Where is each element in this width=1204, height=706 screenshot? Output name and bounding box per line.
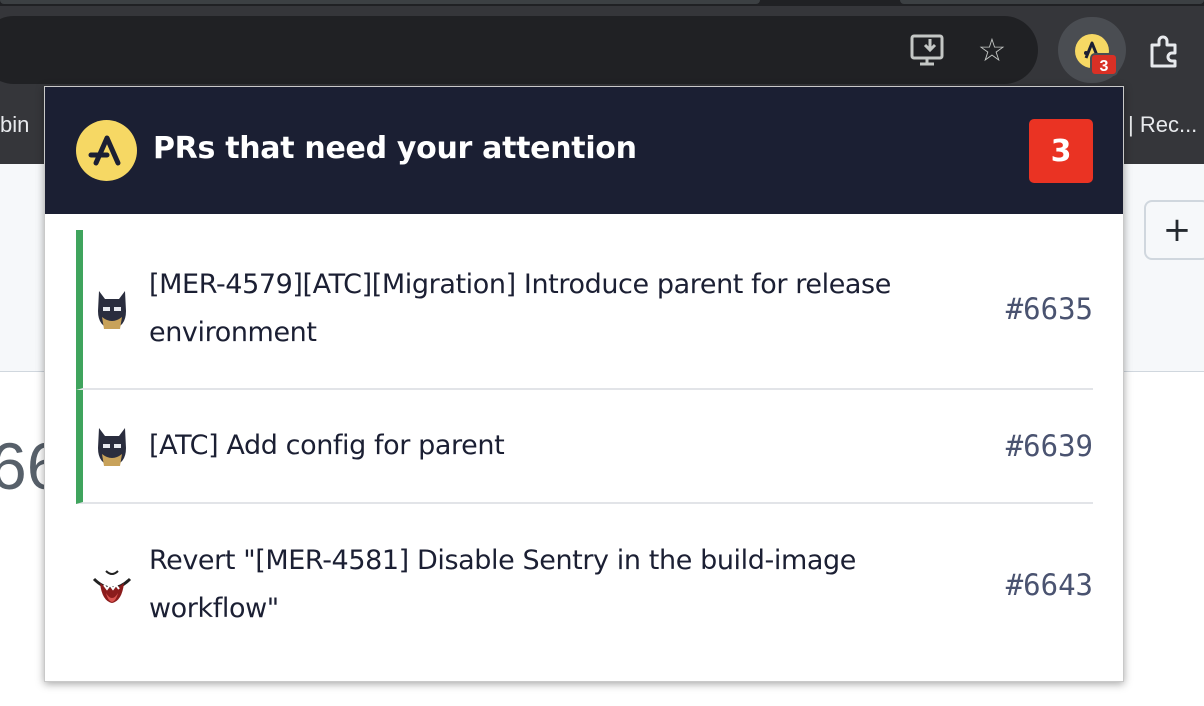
extensions-puzzle-icon[interactable] bbox=[1140, 28, 1190, 74]
popup-header: PRs that need your attention 3 bbox=[45, 87, 1123, 214]
pr-popup: PRs that need your attention 3 [MER-4579… bbox=[44, 86, 1124, 682]
pr-title[interactable]: Revert "[MER-4581] Disable Sentry in the… bbox=[141, 537, 973, 633]
app-logo-icon bbox=[76, 120, 137, 181]
pr-list-item[interactable]: Revert "[MER-4581] Disable Sentry in the… bbox=[76, 504, 1093, 666]
popup-title: PRs that need your attention bbox=[153, 131, 637, 166]
add-button[interactable]: + bbox=[1144, 200, 1204, 260]
pr-number[interactable]: #6639 bbox=[973, 429, 1093, 463]
pr-title[interactable]: [MER-4579][ATC][Migration] Introduce par… bbox=[141, 261, 973, 357]
bookmark-star-icon[interactable]: ☆ bbox=[970, 28, 1014, 72]
pr-number[interactable]: #6635 bbox=[973, 292, 1093, 326]
pr-number[interactable]: #6643 bbox=[973, 568, 1093, 602]
install-app-icon[interactable] bbox=[906, 30, 950, 70]
pr-count-badge: 3 bbox=[1029, 119, 1093, 183]
batman-avatar-icon bbox=[83, 287, 141, 331]
bookmark-item[interactable]: | Rec... bbox=[1128, 112, 1197, 138]
active-tab-edge[interactable] bbox=[0, 0, 760, 4]
inactive-tab-edge[interactable] bbox=[900, 0, 1204, 4]
pr-list-item[interactable]: [MER-4579][ATC][Migration] Introduce par… bbox=[76, 230, 1093, 390]
pr-title[interactable]: [ATC] Add config for parent bbox=[141, 422, 973, 470]
pr-list-item[interactable]: [ATC] Add config for parent #6639 bbox=[76, 390, 1093, 504]
bookmark-item[interactable]: bin bbox=[0, 112, 29, 138]
extension-badge: 3 bbox=[1090, 53, 1118, 76]
browser-toolbar bbox=[0, 6, 1204, 86]
address-bar[interactable] bbox=[0, 16, 1038, 84]
tongue-face-avatar-icon bbox=[83, 563, 141, 607]
batman-avatar-icon bbox=[83, 424, 141, 468]
pr-list: [MER-4579][ATC][Migration] Introduce par… bbox=[76, 230, 1093, 666]
